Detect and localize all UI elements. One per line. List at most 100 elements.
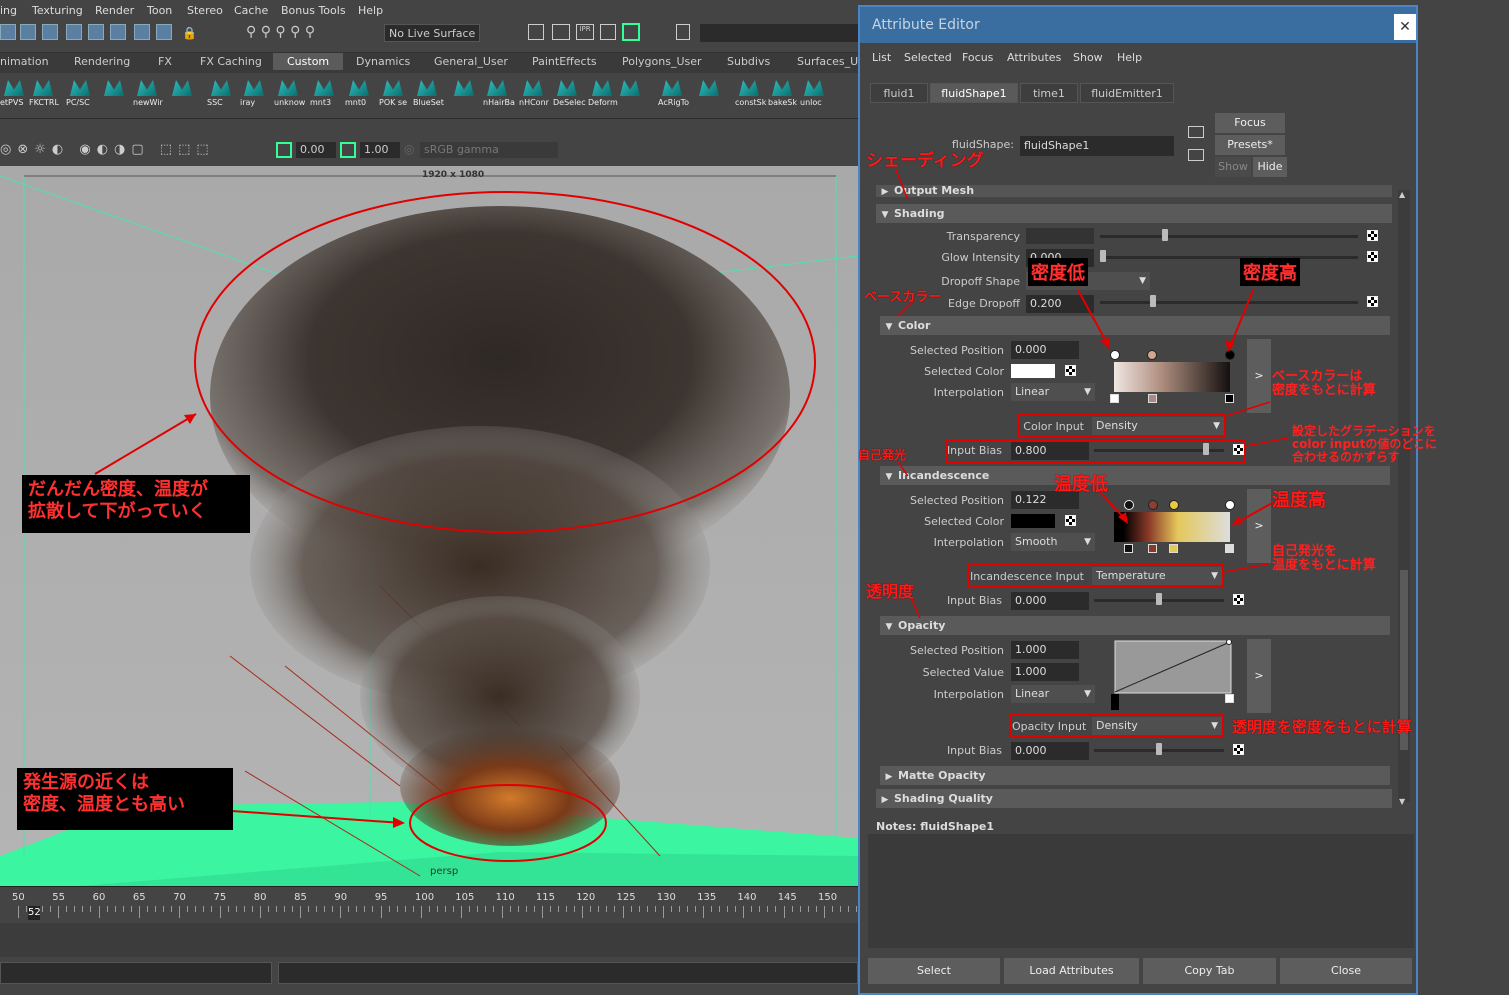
shelf-tool-icon[interactable] — [172, 80, 192, 96]
shelf-tab-rendering[interactable]: Rendering — [74, 55, 130, 68]
menu-item[interactable]: ing — [0, 4, 17, 17]
shelf-tab-general-user[interactable]: General_User — [434, 55, 508, 68]
menu-item-help[interactable]: Help — [358, 4, 383, 17]
close-button[interactable]: Close — [1280, 958, 1412, 984]
shelf-tool-icon[interactable] — [523, 80, 543, 96]
current-frame-marker[interactable]: 52 — [28, 906, 41, 920]
shelf-tool-icon[interactable] — [662, 80, 682, 96]
range-slider[interactable] — [0, 923, 858, 957]
lasso-tool-icon[interactable] — [20, 24, 36, 40]
attribute-editor-titlebar[interactable]: Attribute Editor — [860, 7, 1416, 43]
tab-time1[interactable]: time1 — [1020, 83, 1078, 103]
menu-item-toon[interactable]: Toon — [147, 4, 172, 17]
shelf-tab-polygons-user[interactable]: Polygons_User — [622, 55, 702, 68]
menu-item-texturing[interactable]: Texturing — [32, 4, 83, 17]
ae-menu-selected[interactable]: Selected — [904, 51, 952, 64]
render-frame-icon[interactable] — [528, 24, 544, 40]
go-input-icon[interactable] — [1188, 126, 1204, 138]
color-space-dropdown[interactable]: sRGB gamma — [420, 142, 558, 158]
shelf-tool-icon[interactable] — [211, 80, 231, 96]
timeline-tick — [856, 906, 857, 912]
color-management-icon[interactable]: ◎ — [404, 142, 414, 156]
annotation-base-color: ベースカラー — [864, 290, 942, 305]
live-surface-field[interactable]: No Live Surface — [384, 24, 480, 42]
shelf-tool-icon[interactable] — [278, 80, 298, 96]
render-view-icon[interactable] — [600, 24, 616, 40]
shelf-tool-label: Deform — [588, 98, 618, 107]
shelf-tool-icon[interactable] — [70, 80, 90, 96]
viewport-shading-icons[interactable]: ◎⊗☼◐ ◉◐◑▢ ⬚⬚⬚ — [0, 142, 215, 157]
tab-fluid1[interactable]: fluid1 — [870, 83, 928, 103]
ae-menu-show[interactable]: Show — [1073, 51, 1103, 64]
lock-icon[interactable]: 🔒 — [182, 26, 197, 40]
shelf-tool-icon[interactable] — [739, 80, 759, 96]
shelf-tool-label: PC/SC — [66, 98, 90, 107]
shelf-tool-icon[interactable] — [349, 80, 369, 96]
shelf-tool-icon[interactable] — [557, 80, 577, 96]
select-button[interactable]: Select — [868, 958, 1000, 984]
shelf-tool-icon[interactable] — [804, 80, 824, 96]
paint-select-icon[interactable] — [42, 24, 58, 40]
timeline-tick — [525, 906, 527, 912]
snap-plane-icon[interactable] — [134, 24, 150, 40]
section-matte-opacity[interactable]: ▶ Matte Opacity — [880, 766, 1390, 785]
ae-menu-help[interactable]: Help — [1117, 51, 1142, 64]
hypershade-icon[interactable] — [622, 23, 640, 41]
scroll-down-icon[interactable]: ▼ — [1399, 797, 1405, 806]
shelf-tab-fx[interactable]: FX — [158, 55, 172, 68]
shelf-tab-custom[interactable]: Custom — [273, 53, 344, 70]
shelf-tool-icon[interactable] — [383, 80, 403, 96]
ae-menu-list[interactable]: List — [872, 51, 891, 64]
shelf-tool-icon[interactable] — [487, 80, 507, 96]
snap-point-icon[interactable] — [110, 24, 126, 40]
shelf-tool-icon[interactable] — [314, 80, 334, 96]
shelf-tool-icon[interactable] — [4, 80, 24, 96]
timeline-tick-label: 140 — [737, 892, 757, 903]
ae-menu-focus[interactable]: Focus — [962, 51, 993, 64]
input-line-icon[interactable] — [676, 24, 690, 40]
render-settings-icon[interactable] — [552, 24, 570, 40]
shelf-tool-icon[interactable] — [244, 80, 264, 96]
shelf-tab-animation[interactable]: nimation — [0, 55, 49, 68]
shelf-tab-dynamics[interactable]: Dynamics — [356, 55, 410, 68]
shelf-tool-icon[interactable] — [104, 80, 124, 96]
input-line-field[interactable] — [700, 24, 858, 42]
tab-fluidemitter1[interactable]: fluidEmitter1 — [1080, 83, 1174, 103]
shelf-tool-icon[interactable] — [454, 80, 474, 96]
command-line-input[interactable] — [0, 962, 272, 984]
select-tool-icon[interactable] — [0, 24, 16, 40]
menu-item-render[interactable]: Render — [95, 4, 134, 17]
menu-item-stereo[interactable]: Stereo — [187, 4, 223, 17]
focus-button[interactable]: Focus — [1215, 113, 1285, 133]
near-clip-field[interactable]: 0.00 — [296, 142, 336, 158]
shelf-tab-subdivs[interactable]: Subdivs — [727, 55, 770, 68]
menu-item-bonus-tools[interactable]: Bonus Tools — [281, 4, 346, 17]
notes-field[interactable] — [868, 834, 1414, 948]
far-clip-field[interactable]: 1.00 — [360, 142, 400, 158]
shelf-tool-icon[interactable] — [772, 80, 792, 96]
shelf-tool-icon[interactable] — [137, 80, 157, 96]
shelf-tab-fx-caching[interactable]: FX Caching — [200, 55, 262, 68]
shelf-tab-painteffects[interactable]: PaintEffects — [532, 55, 597, 68]
far-clip-icon[interactable] — [340, 142, 356, 158]
snap-grid-icon[interactable] — [66, 24, 82, 40]
near-clip-icon[interactable] — [276, 142, 292, 158]
snap-curve-icon[interactable] — [88, 24, 104, 40]
ae-menu-attributes[interactable]: Attributes — [1007, 51, 1061, 64]
shelf-tab-surfaces[interactable]: Surfaces_Us — [797, 55, 864, 68]
magnet-icon[interactable]: ⚲ ⚲ ⚲ ⚲ ⚲ — [246, 24, 315, 40]
section-shading-quality[interactable]: ▶ Shading Quality — [876, 789, 1392, 808]
load-attributes-button[interactable]: Load Attributes — [1004, 958, 1139, 984]
shelf-tool-icon[interactable] — [620, 80, 640, 96]
shelf-tool-icon[interactable] — [592, 80, 612, 96]
ipr-icon[interactable]: IPR — [576, 24, 594, 40]
shelf-tool-icon[interactable] — [417, 80, 437, 96]
copy-tab-button[interactable]: Copy Tab — [1143, 958, 1276, 984]
shelf-tool-icon[interactable] — [699, 80, 719, 96]
snap-live-icon[interactable] — [156, 24, 172, 40]
timeline-tick — [807, 906, 809, 912]
close-icon[interactable]: ✕ — [1394, 14, 1416, 40]
tab-fluidshape1[interactable]: fluidShape1 — [930, 83, 1018, 103]
menu-item-cache[interactable]: Cache — [234, 4, 268, 17]
shelf-tool-icon[interactable] — [33, 80, 53, 96]
